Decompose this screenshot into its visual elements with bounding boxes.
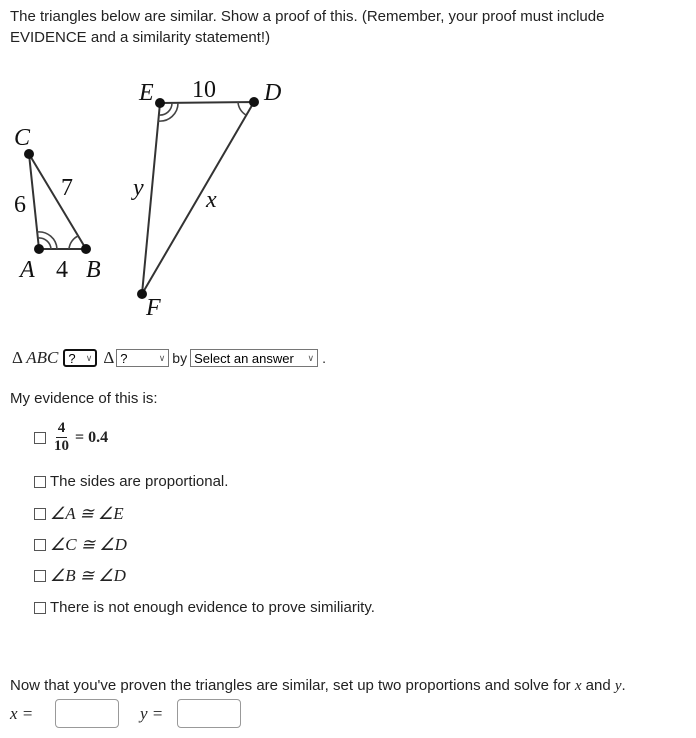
reason-select[interactable]: Select an answer ∨: [190, 349, 319, 367]
x-label: x =: [10, 703, 34, 723]
chevron-down-icon: ∨: [158, 352, 166, 363]
evidence-option-angle-c-d[interactable]: ∠C ≅ ∠D: [34, 535, 127, 555]
angle-mark-d: [237, 101, 247, 116]
x-input[interactable]: [55, 699, 120, 728]
checkbox[interactable]: [34, 431, 46, 444]
label-a: A: [18, 257, 35, 283]
label-side-bc: 7: [61, 175, 73, 201]
label-e: E: [138, 80, 154, 106]
fraction: 4 10: [54, 420, 69, 454]
second-delta: Δ: [103, 348, 115, 367]
vertex-e-dot: [155, 98, 165, 108]
by-label: by: [172, 350, 188, 366]
x-answer: x =: [10, 699, 120, 728]
label-f: F: [145, 295, 161, 321]
triangle-abc-label: Δ ABC: [12, 348, 59, 367]
vertex-d-dot: [249, 97, 259, 107]
triangle-abc: [28, 153, 88, 250]
label-side-ed: 10: [192, 77, 216, 103]
question-prompt: The triangles below are similar. Show a …: [10, 8, 605, 46]
label-side-ac: 6: [14, 192, 26, 218]
evidence-option-not-enough[interactable]: There is not enough evidence to prove si…: [34, 599, 375, 616]
checkbox[interactable]: [34, 508, 46, 520]
checkbox[interactable]: [34, 475, 46, 488]
vertex-b-dot: [81, 244, 91, 254]
label-side-df: x: [205, 187, 217, 213]
label-side-ab: 4: [56, 257, 68, 283]
evidence-option-ratio[interactable]: 4 10 = 0.4: [34, 420, 108, 455]
evidence-option-angle-a-e[interactable]: ∠A ≅ ∠E: [34, 504, 124, 524]
evidence-option-proportional[interactable]: The sides are proportional.: [34, 473, 228, 490]
solve-prompt: Now that you've proven the triangles are…: [10, 677, 626, 694]
triangle-def: [141, 100, 256, 295]
vertex-a-dot: [34, 244, 44, 254]
label-c: C: [14, 125, 31, 151]
checkbox[interactable]: [34, 539, 46, 551]
y-answer: y =: [140, 699, 242, 728]
chevron-down-icon: ∨: [307, 352, 315, 363]
relation-select[interactable]: ? ∨: [63, 349, 98, 367]
chevron-down-icon: ∨: [85, 352, 93, 363]
y-input[interactable]: [177, 699, 242, 728]
second-triangle-select[interactable]: ? ∨: [116, 349, 170, 367]
similarity-statement: Δ ABC ? ∨ Δ ? ∨ by Select an answer ∨ .: [12, 347, 326, 369]
checkbox[interactable]: [34, 601, 46, 614]
label-side-ef: y: [131, 175, 144, 201]
label-b: B: [86, 257, 101, 283]
evidence-label: My evidence of this is:: [10, 390, 158, 407]
evidence-option-angle-b-d[interactable]: ∠B ≅ ∠D: [34, 566, 126, 586]
triangles-figure: C A B 4 6 7 E D F 10 y x: [14, 77, 281, 321]
statement-period: .: [322, 350, 326, 366]
y-label: y =: [140, 703, 164, 723]
checkbox[interactable]: [34, 570, 46, 582]
angle-mark-b: [68, 235, 79, 250]
label-d: D: [263, 80, 281, 106]
